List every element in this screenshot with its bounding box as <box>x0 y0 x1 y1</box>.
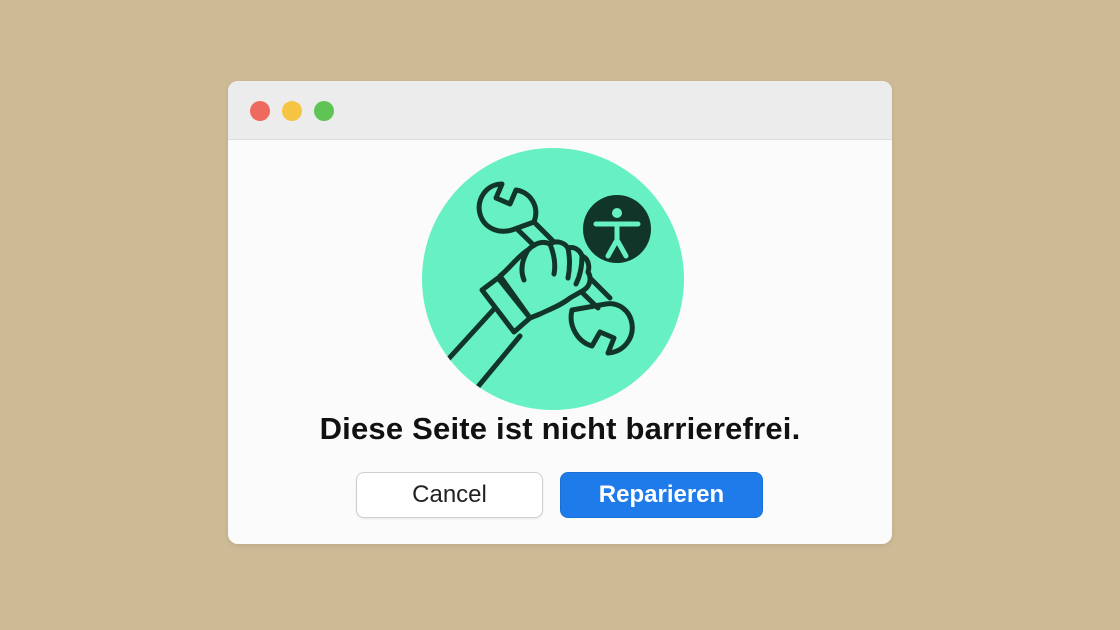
cancel-button[interactable]: Cancel <box>356 472 543 518</box>
accessibility-icon <box>583 195 651 263</box>
title-bar <box>228 81 892 140</box>
repair-illustration <box>422 148 684 410</box>
dialog-window: Diese Seite ist nicht barrierefrei. Canc… <box>228 81 892 544</box>
minimize-window-button[interactable] <box>282 101 302 121</box>
repair-button[interactable]: Reparieren <box>560 472 763 518</box>
zoom-window-button[interactable] <box>314 101 334 121</box>
close-window-button[interactable] <box>250 101 270 121</box>
dialog-message: Diese Seite ist nicht barrierefrei. <box>319 411 801 446</box>
